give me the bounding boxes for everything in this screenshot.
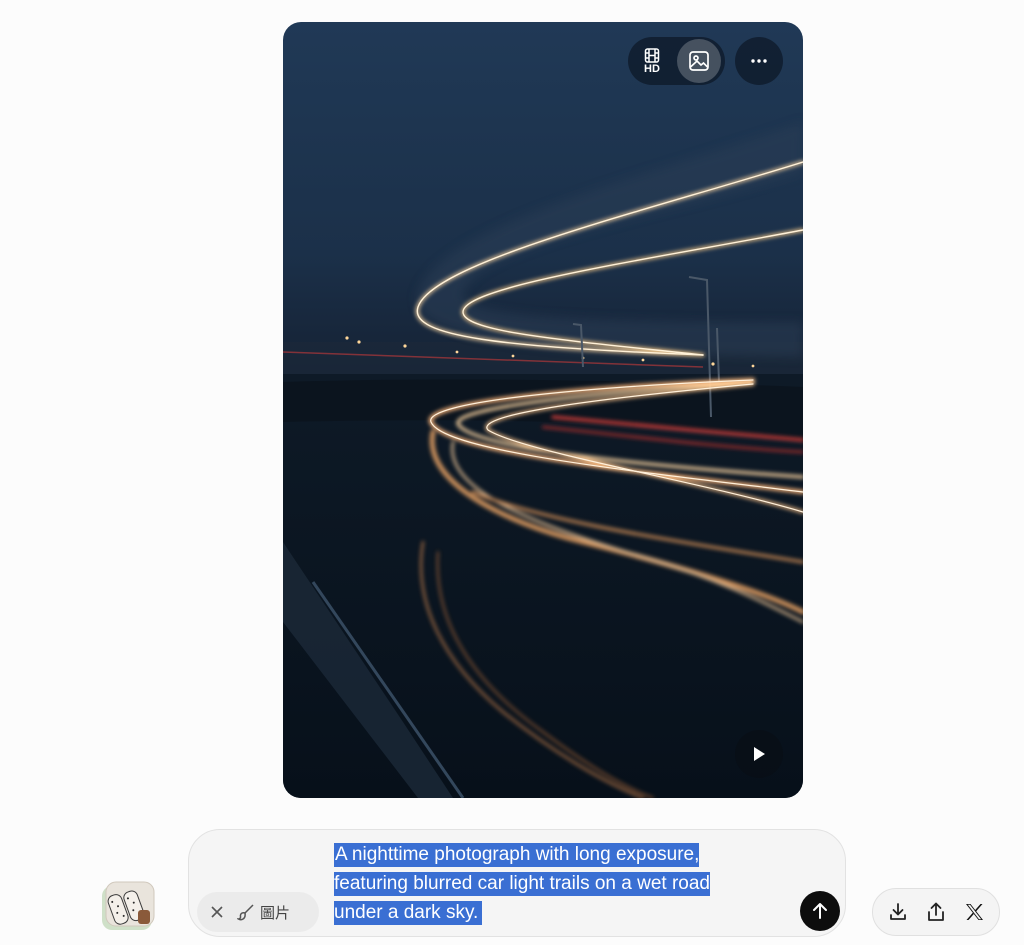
- send-button[interactable]: [800, 891, 840, 931]
- share-button[interactable]: [918, 894, 954, 930]
- edit-chip-label: 圖片: [260, 903, 291, 922]
- hd-video-button[interactable]: HD: [628, 37, 676, 85]
- share-icon: [928, 902, 944, 921]
- share-to-x-button[interactable]: [956, 894, 992, 930]
- prompt-composer[interactable]: A nighttime photograph with long exposur…: [188, 829, 846, 937]
- more-horizontal-icon: [751, 59, 767, 63]
- clear-image-button[interactable]: [197, 892, 237, 932]
- image-actions: [872, 888, 1000, 936]
- close-icon: [211, 906, 223, 918]
- more-options-button[interactable]: [735, 37, 783, 85]
- hd-label: HD: [644, 62, 660, 75]
- prompt-text-selection: A nighttime photograph with long exposur…: [334, 843, 710, 925]
- film-icon: [644, 47, 660, 63]
- image-icon: [689, 51, 709, 71]
- play-icon: [754, 747, 765, 761]
- download-icon: [890, 903, 906, 920]
- image-thumbnail[interactable]: [100, 880, 156, 932]
- prompt-text[interactable]: A nighttime photograph with long exposur…: [334, 840, 754, 927]
- image-edit-chip[interactable]: 圖片: [197, 892, 319, 932]
- thumbnail-image: [102, 881, 155, 930]
- download-button[interactable]: [880, 894, 916, 930]
- edit-image-button[interactable]: 圖片: [237, 902, 290, 923]
- play-button[interactable]: [735, 730, 783, 778]
- image-view-button[interactable]: [677, 39, 721, 83]
- generated-image-card[interactable]: HD: [283, 22, 803, 798]
- night-road-photo: [283, 122, 803, 798]
- brush-icon: [237, 904, 254, 921]
- arrow-up-icon: [813, 903, 827, 919]
- view-mode-toggle[interactable]: HD: [628, 37, 725, 85]
- x-logo-icon: [965, 904, 983, 920]
